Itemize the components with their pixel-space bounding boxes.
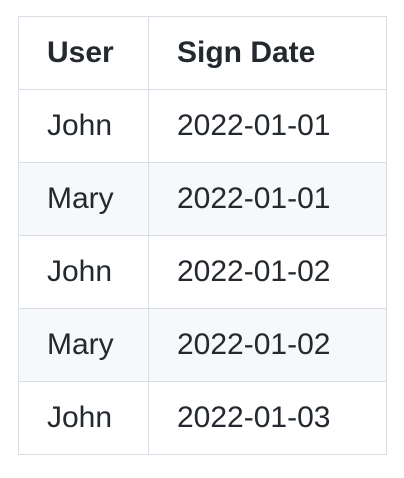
table-row: Mary 2022-01-01 bbox=[18, 162, 387, 236]
cell-user: Mary bbox=[18, 308, 149, 382]
cell-user: John bbox=[18, 381, 149, 455]
cell-user: John bbox=[18, 89, 149, 163]
header-user: User bbox=[18, 16, 149, 90]
header-row: User Sign Date bbox=[18, 16, 387, 90]
table-row: Mary 2022-01-02 bbox=[18, 308, 387, 382]
header-sign-date: Sign Date bbox=[148, 16, 387, 90]
table-row: John 2022-01-01 bbox=[18, 89, 387, 163]
sign-date-table: User Sign Date John 2022-01-01 Mary 2022… bbox=[18, 16, 387, 455]
table-row: John 2022-01-03 bbox=[18, 381, 387, 455]
cell-sign-date: 2022-01-03 bbox=[148, 381, 387, 455]
cell-sign-date: 2022-01-02 bbox=[148, 308, 387, 382]
cell-sign-date: 2022-01-01 bbox=[148, 162, 387, 236]
table-header: User Sign Date bbox=[18, 16, 387, 90]
cell-sign-date: 2022-01-02 bbox=[148, 235, 387, 309]
cell-sign-date: 2022-01-01 bbox=[148, 89, 387, 163]
table-row: John 2022-01-02 bbox=[18, 235, 387, 309]
table-body: John 2022-01-01 Mary 2022-01-01 John 202… bbox=[18, 89, 387, 455]
cell-user: Mary bbox=[18, 162, 149, 236]
cell-user: John bbox=[18, 235, 149, 309]
